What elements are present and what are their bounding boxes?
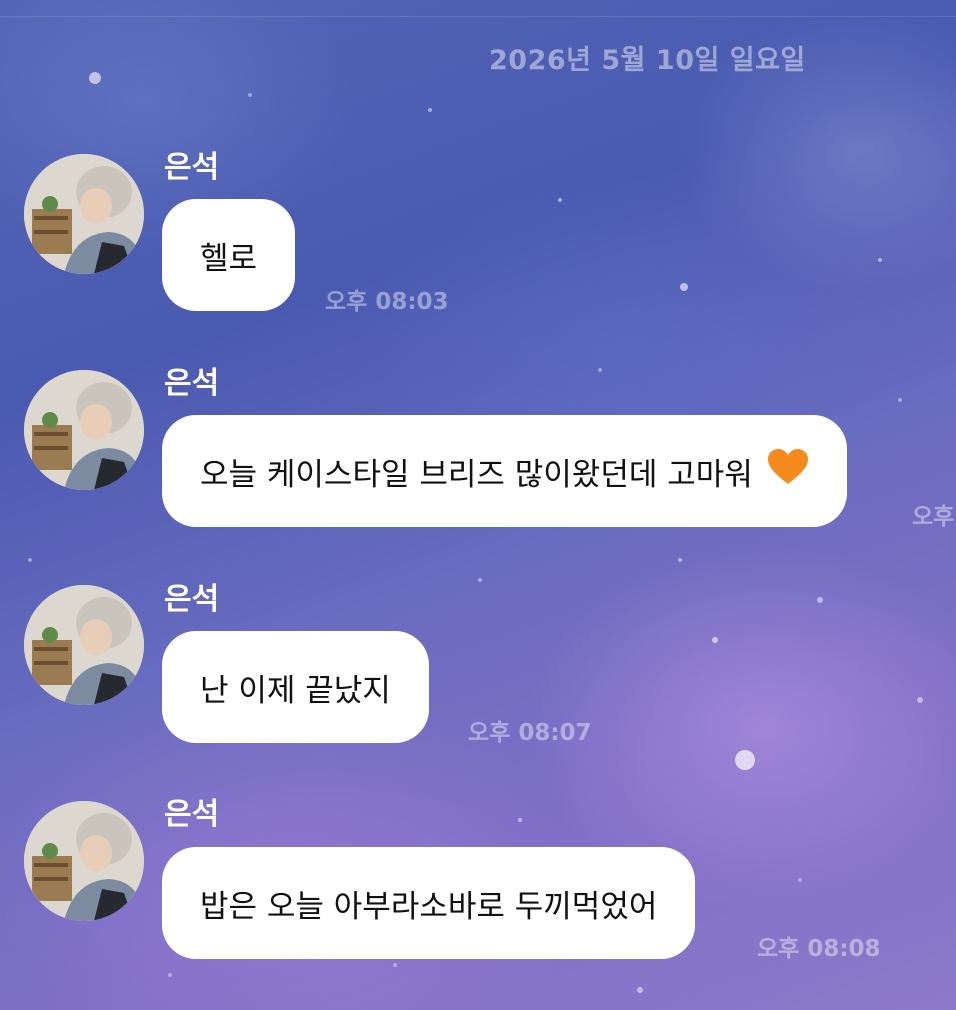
message-time: 오후 08:07 xyxy=(468,720,592,746)
sender-name: 은석 xyxy=(164,582,220,617)
message-text: 난 이제 끝났지 xyxy=(200,672,391,709)
sender-name: 은석 xyxy=(164,797,220,832)
avatar[interactable] xyxy=(24,801,144,921)
message-time: 오후 08:08 xyxy=(757,936,881,962)
message-text: 오늘 케이스타일 브리즈 많이왔던데 고마워 xyxy=(200,456,753,493)
avatar[interactable] xyxy=(24,370,144,490)
date-header: 2026년 5월 10일 일요일 xyxy=(489,45,806,76)
message-bubble[interactable]: 난 이제 끝났지 xyxy=(162,631,429,743)
message-text: 헬로 xyxy=(200,240,258,277)
orange-heart-icon xyxy=(767,448,809,494)
avatar[interactable] xyxy=(24,154,144,274)
message-time: 오후 xyxy=(912,504,955,530)
avatar[interactable] xyxy=(24,585,144,705)
message-bubble[interactable]: 오늘 케이스타일 브리즈 많이왔던데 고마워 xyxy=(162,415,847,527)
message-time: 오후 08:03 xyxy=(325,289,449,315)
sender-name: 은석 xyxy=(164,150,220,185)
sender-name: 은석 xyxy=(164,366,220,401)
message-bubble[interactable]: 밥은 오늘 아부라소바로 두끼먹었어 xyxy=(162,847,696,959)
top-divider xyxy=(0,16,956,17)
message-bubble[interactable]: 헬로 xyxy=(162,199,296,311)
message-text: 밥은 오늘 아부라소바로 두끼먹었어 xyxy=(200,888,658,925)
